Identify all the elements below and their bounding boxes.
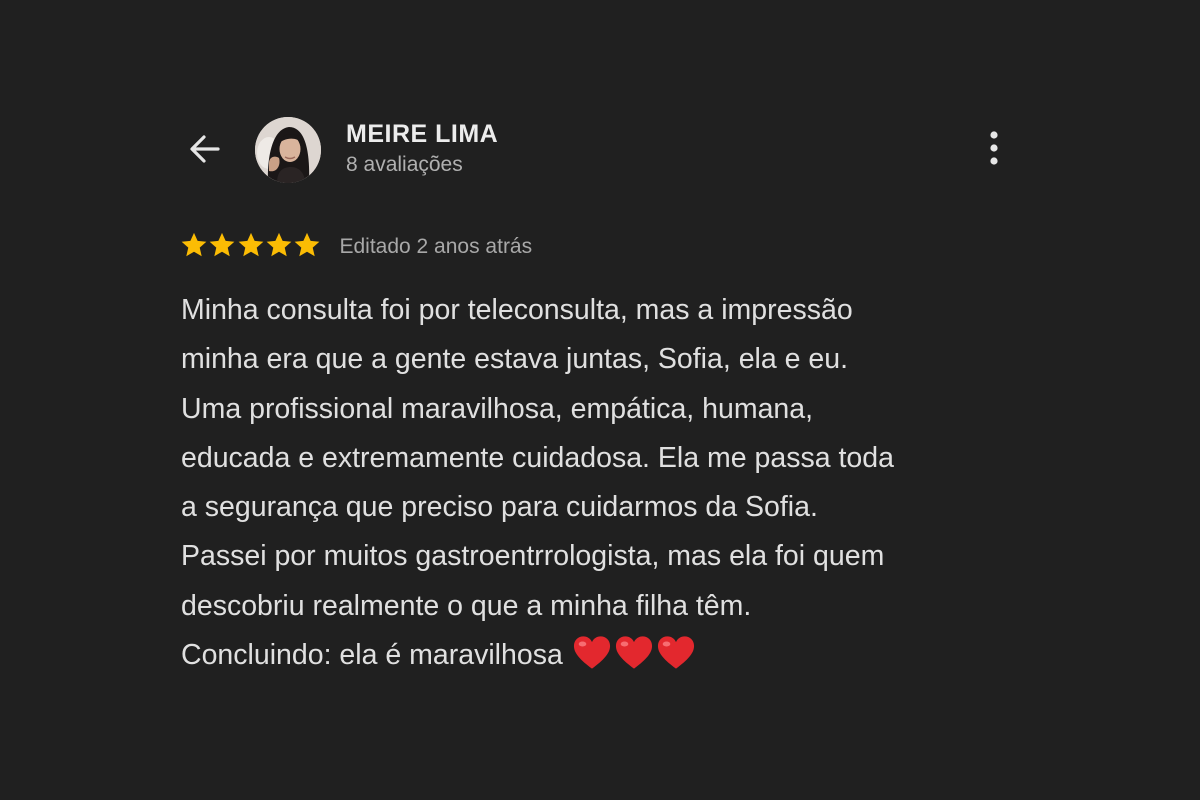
reviewer-info: MEIRE LIMA 8 avaliações: [346, 118, 498, 179]
heart-icon: [657, 635, 699, 687]
review-text: Minha consulta foi por teleconsulta, mas…: [181, 286, 1041, 687]
review-line: Uma profissional maravilhosa, empática, …: [181, 385, 1041, 434]
back-button[interactable]: [180, 126, 230, 176]
review-line-text: Concluindo: ela é maravilhosa: [181, 639, 563, 672]
review-line: a segurança que preciso para cuidarmos d…: [181, 483, 1041, 532]
star-icon: [180, 231, 208, 264]
hearts-emoji-group: [573, 635, 699, 687]
review-line-text: minha era que a gente estava juntas, Sof…: [181, 343, 849, 376]
review-header: MEIRE LIMA 8 avaliações: [0, 0, 1200, 200]
review-line: Passei por muitos gastroentrrologista, m…: [181, 532, 1041, 581]
more-vertical-icon: [989, 130, 999, 171]
heart-icon: [615, 635, 657, 687]
review-line: Minha consulta foi por teleconsulta, mas…: [181, 286, 1041, 335]
review-line: educada e extremamente cuidadosa. Ela me…: [181, 434, 1041, 483]
review-date: Editado 2 anos atrás: [339, 235, 533, 258]
reviewer-review-count: 8 avaliações: [346, 153, 463, 176]
rating-row: Editado 2 anos atrás: [180, 230, 532, 264]
review-line-text: a segurança que preciso para cuidarmos d…: [181, 491, 818, 524]
review-line-text: Uma profissional maravilhosa, empática, …: [181, 392, 814, 425]
review-line: descobriu realmente o que a minha filha …: [181, 582, 1041, 631]
review-line: minha era que a gente estava juntas, Sof…: [181, 335, 1041, 384]
review-line-text: Passei por muitos gastroentrrologista, m…: [181, 540, 885, 573]
more-options-button[interactable]: [974, 128, 1014, 172]
star-icon: [265, 231, 293, 264]
star-icon: [208, 231, 236, 264]
review-line: Concluindo: ela é maravilhosa: [181, 631, 1041, 687]
heart-icon: [573, 635, 615, 687]
star-icon: [237, 231, 265, 264]
review-line-text: Minha consulta foi por teleconsulta, mas…: [181, 294, 853, 326]
review-line-text: educada e extremamente cuidadosa. Ela me…: [181, 441, 894, 474]
avatar[interactable]: [255, 117, 321, 183]
reviewer-name[interactable]: MEIRE LIMA: [346, 118, 498, 150]
arrow-left-icon: [187, 131, 223, 172]
star-rating: [180, 231, 321, 264]
star-icon: [293, 231, 321, 264]
review-line-text: descobriu realmente o que a minha filha …: [181, 589, 752, 622]
